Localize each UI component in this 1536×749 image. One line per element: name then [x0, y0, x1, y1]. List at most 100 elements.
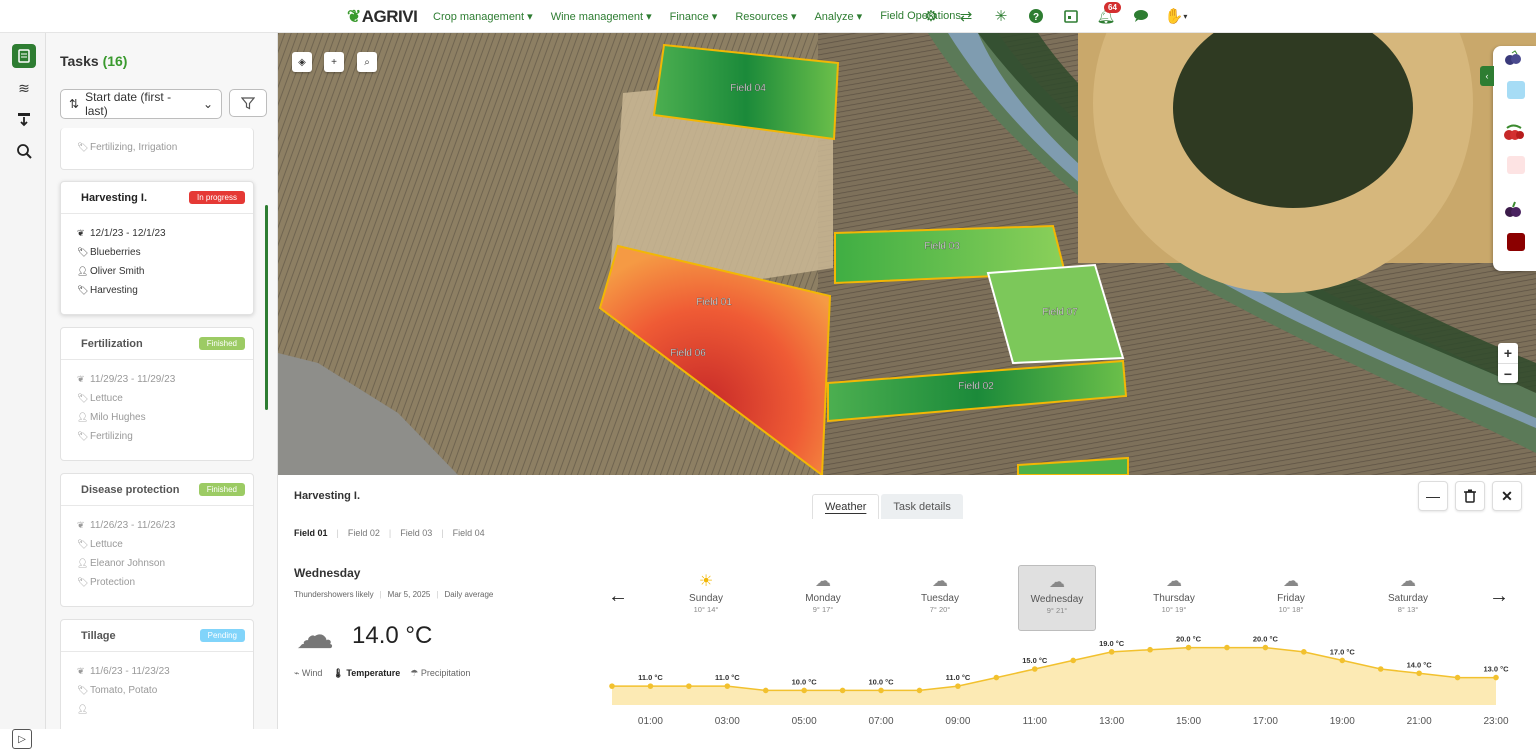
temperature-data-label: 10.0 °C	[868, 677, 894, 686]
person-icon: 👤︎	[77, 704, 89, 714]
temperature-point	[993, 674, 1000, 681]
arrow-left-icon[interactable]: ←	[608, 585, 628, 608]
field-label: Field 06	[670, 348, 706, 359]
filter-button[interactable]	[229, 89, 267, 117]
temperature-data-label: 20.0 °C	[1253, 635, 1279, 644]
temperature-point	[955, 683, 961, 689]
field-tab[interactable]: Field 01	[294, 528, 328, 538]
notification-badge: 64	[1104, 2, 1121, 13]
tab-task-details[interactable]: Task details	[881, 494, 963, 519]
tasks-icon[interactable]	[12, 44, 36, 68]
x-tick-label: 01:00	[638, 716, 663, 727]
status-badge: Pending	[199, 629, 245, 642]
tag-icon: 🏷︎	[77, 393, 89, 403]
filter-icon	[241, 97, 255, 110]
x-tick-label: 15:00	[1176, 716, 1201, 727]
sprayer-icon[interactable]: ≋	[12, 76, 36, 100]
task-card-partial[interactable]: 🏷︎ Fertilizing, Irrigation	[60, 128, 254, 170]
forecast-day[interactable]: ☁︎ Friday 10° 18°	[1252, 565, 1330, 631]
x-tick-label: 03:00	[715, 716, 740, 727]
network-icon[interactable]: ✳	[992, 7, 1010, 25]
transfer-icon[interactable]: ⇄	[957, 7, 975, 25]
plum-icon	[1503, 201, 1523, 224]
add-button[interactable]: +	[324, 52, 344, 72]
details-title: Harvesting I.	[294, 490, 361, 502]
tasks-scrollbar[interactable]	[265, 205, 268, 410]
x-tick-label: 05:00	[792, 716, 817, 727]
color-swatch[interactable]	[1507, 81, 1525, 99]
field-tabs: Field 01 | Field 02 | Field 03 | Field 04	[294, 528, 485, 538]
field-tab[interactable]: Field 02	[348, 528, 380, 538]
details-tabs: Weather Task details	[812, 494, 963, 519]
zoom-search-icon[interactable]	[12, 139, 36, 163]
color-swatch[interactable]	[1507, 233, 1525, 251]
collapse-sidebar-icon[interactable]: ▷	[12, 729, 32, 749]
delete-button[interactable]	[1455, 481, 1485, 511]
temperature-data-label: 15.0 °C	[1022, 656, 1048, 665]
temperature-point	[1454, 674, 1461, 681]
arrow-right-icon[interactable]: →	[1489, 585, 1509, 608]
nav-finance[interactable]: Finance ▾	[670, 10, 718, 23]
storm-cloud-icon: ☁︎	[932, 573, 948, 590]
temperature-point	[1493, 674, 1499, 681]
layers-button[interactable]: ◈	[292, 52, 312, 72]
help-icon[interactable]: ?	[1027, 7, 1045, 25]
forecast-day[interactable]: ☁︎ Tuesday 7° 20°	[901, 565, 979, 631]
forecast-day[interactable]: ☁︎ Monday 9° 17°	[784, 565, 862, 631]
task-card[interactable]: Tillage Pending ❦ 11/6/23 - 11/23/23 🏷︎ Tom…	[60, 619, 254, 729]
close-button[interactable]: ✕	[1492, 481, 1522, 511]
bell-icon[interactable]: 🔔︎ 64	[1096, 2, 1121, 25]
task-card[interactable]: Fertilization Finished ❦ 11/29/23 - 11/29/…	[60, 327, 254, 461]
nav-resources[interactable]: Resources ▾	[735, 10, 796, 23]
forecast-day[interactable]: ☁︎ Thursday 10° 19°	[1135, 565, 1213, 631]
calendar-leaf-icon: ❦	[77, 374, 85, 384]
color-swatch[interactable]	[1507, 156, 1525, 174]
temperature-point	[1339, 657, 1346, 664]
task-card-title: Fertilization	[81, 337, 143, 350]
calendar-icon[interactable]	[1062, 7, 1080, 25]
x-tick-label: 13:00	[1099, 716, 1124, 727]
chevron-left-icon[interactable]: ‹	[1480, 66, 1494, 86]
nav-analyze[interactable]: Analyze ▾	[814, 10, 862, 23]
temperature-point	[1031, 666, 1038, 672]
task-card[interactable]: Harvesting I. In progress ❦ 12/1/23 - 12/1…	[60, 181, 254, 315]
user-icon[interactable]: ✋ ▾	[1165, 7, 1188, 25]
temperature-data-label: 17.0 °C	[1330, 647, 1356, 656]
sort-dropdown[interactable]: ⇅ Start date (first - last) ⌄	[60, 89, 222, 119]
x-tick-label: 09:00	[945, 716, 970, 727]
temperature-point	[878, 687, 884, 694]
field-tab[interactable]: Field 04	[453, 528, 485, 538]
agrivi-logo[interactable]: ❦ AGRIVI	[347, 7, 418, 27]
selected-day: Wednesday	[294, 566, 361, 580]
nav-crop-management[interactable]: Crop management ▾	[433, 10, 533, 23]
forecast-day[interactable]: ☀︎ Sunday 10° 14°	[667, 565, 745, 631]
task-card[interactable]: Disease protection Finished ❦ 11/26/23 - 1…	[60, 473, 254, 607]
harvester-icon[interactable]	[12, 108, 36, 132]
tasks-title: Tasks (16)	[60, 53, 128, 69]
minimize-button[interactable]: —	[1418, 481, 1448, 511]
chat-icon[interactable]	[1132, 7, 1150, 25]
sort-icon: ⇅	[69, 97, 80, 111]
storm-cloud-icon: ☁︎	[1400, 573, 1416, 590]
storm-cloud-icon: ☁︎	[815, 573, 831, 590]
gear-icon[interactable]: ⚙	[922, 7, 940, 25]
temperature-data-label: 13.0 °C	[1483, 665, 1509, 674]
storm-cloud-icon: ☁︎	[1166, 573, 1182, 590]
task-card-title: Tillage	[81, 629, 116, 642]
chevron-down-icon: ⌄	[202, 97, 213, 111]
crop-palette: ‹	[1480, 46, 1536, 271]
storm-cloud-icon: ☁︎	[1283, 573, 1299, 590]
temperature-point	[1147, 646, 1153, 653]
tag-icon: 🏷︎	[77, 685, 89, 695]
field-tab[interactable]: Field 03	[400, 528, 432, 538]
forecast-day[interactable]: ☁︎ Wednesday 9° 21°	[1018, 565, 1096, 631]
satellite-map[interactable]: Field 04 Field 03 Field 01 Field 06 Fiel…	[278, 33, 1536, 475]
zoom-out-button[interactable]: −	[1498, 363, 1518, 383]
nav-wine-management[interactable]: Wine management ▾	[551, 10, 652, 23]
x-tick-label: 19:00	[1330, 716, 1355, 727]
map-canvas: Field 04 Field 03 Field 01 Field 06 Fiel…	[278, 33, 1536, 475]
zoom-in-button[interactable]: +	[1498, 343, 1518, 363]
forecast-day[interactable]: ☁︎ Saturday 8° 13°	[1369, 565, 1447, 631]
tab-weather[interactable]: Weather	[812, 494, 880, 519]
search-map-button[interactable]: ⌕	[357, 52, 377, 72]
